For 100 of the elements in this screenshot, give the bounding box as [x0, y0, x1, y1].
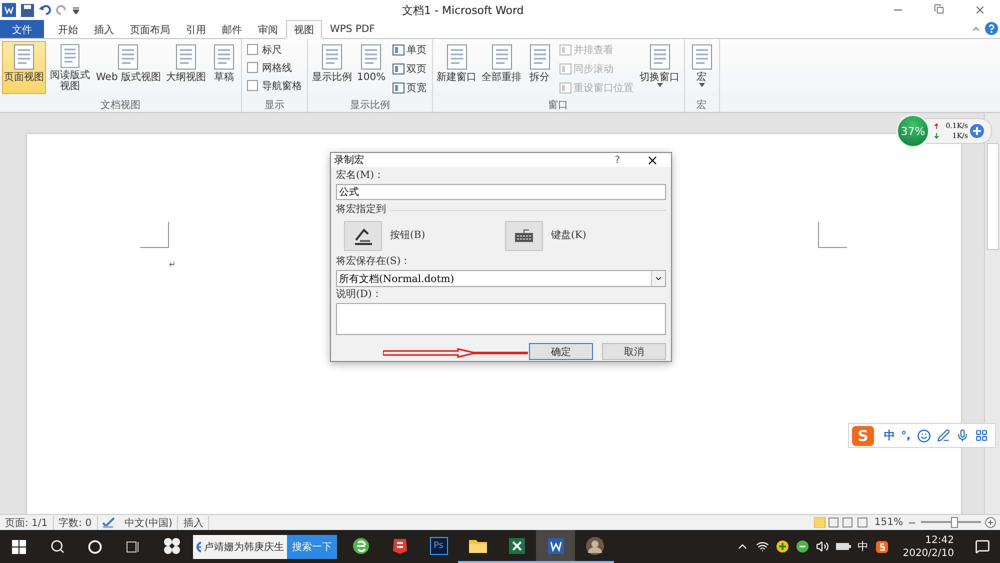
checkbox-box[interactable] [246, 80, 258, 91]
section-label: 将宏指定到 [336, 204, 386, 216]
ribbon-button[interactable]: 草稿 [208, 41, 239, 94]
ribbon-button[interactable]: 切换窗口 [638, 41, 682, 94]
proofing-icon[interactable] [102, 517, 116, 528]
ribbon-tab[interactable]: WPS PDF [322, 20, 383, 38]
zoom-level[interactable]: 151% [874, 517, 903, 528]
scrollbar[interactable] [984, 113, 1000, 514]
ribbon-tab[interactable]: 引用 [178, 20, 214, 38]
volume-icon[interactable] [816, 540, 829, 553]
window-title: 文档1 - Microsoft Word [402, 2, 525, 18]
ribbon-small-button[interactable]: 双页 [392, 61, 427, 77]
ribbon-tab[interactable]: 视图 [286, 20, 322, 39]
ribbon-button[interactable]: 100% [354, 41, 388, 94]
page-icon [11, 43, 37, 71]
clock-date: 2020/2/10 [902, 546, 954, 560]
page-icon [558, 44, 572, 56]
search-button[interactable]: 搜索一下 [287, 534, 337, 558]
clock[interactable]: 12:42 2020/2/10 [902, 534, 954, 560]
ribbon-button[interactable]: Web 版式视图 [94, 41, 163, 94]
ribbon-button[interactable]: 页面视图 [2, 41, 46, 94]
customize-caret-icon[interactable] [73, 6, 79, 14]
photoshop-icon: Ps [430, 536, 448, 554]
browser-icon[interactable] [796, 540, 809, 553]
page-icon [392, 44, 405, 56]
grid-icon[interactable] [974, 429, 988, 442]
assign-label: 按钮(B) [390, 230, 426, 242]
pinwheel-icon [162, 536, 180, 554]
help-button[interactable]: ? [614, 154, 620, 166]
checkbox-box[interactable] [246, 44, 258, 55]
clock-time: 12:42 [925, 534, 954, 546]
group-label: 显示比例 [348, 98, 391, 112]
pen-icon[interactable] [936, 429, 950, 442]
microphone-icon[interactable] [956, 429, 969, 442]
ribbon-small-button[interactable]: 页宽 [392, 80, 427, 96]
dialog-button[interactable]: 确定 [529, 343, 593, 360]
ribbon-button[interactable]: 拆分 [524, 41, 555, 94]
save-icon[interactable] [21, 4, 34, 16]
ribbon-tab[interactable]: 文件 [0, 20, 44, 38]
dialog-button[interactable]: 取消 [602, 343, 666, 360]
restore-icon[interactable] [934, 4, 944, 14]
emoji-icon[interactable] [916, 428, 931, 442]
taskbar-app[interactable] [536, 530, 575, 563]
ribbon-button[interactable]: 全部重排 [480, 41, 524, 94]
zoom-thumb[interactable] [951, 517, 958, 528]
spreadsheet-icon [508, 536, 526, 554]
crop-mark [140, 222, 169, 248]
page-icon [392, 82, 405, 94]
input-field[interactable]: 公式 [336, 184, 666, 200]
ribbon-button[interactable]: 宏 [686, 41, 717, 94]
checkbox[interactable]: 网格线 [246, 60, 302, 75]
hammer-icon [352, 227, 374, 245]
zoom-in-icon[interactable] [985, 517, 996, 528]
taskbar-app[interactable]: Ps [419, 530, 458, 563]
search-field[interactable]: 卢靖姗为韩庚庆生 [193, 534, 287, 558]
view-buttons-icon[interactable] [814, 517, 870, 528]
security-icon[interactable] [776, 540, 789, 553]
windows-icon [12, 540, 26, 554]
input-method-indicator[interactable]: 中 [858, 539, 869, 554]
ribbon-tab[interactable]: 审阅 [250, 20, 286, 38]
ribbon-tab[interactable]: 插入 [86, 20, 122, 38]
close-icon[interactable] [646, 154, 659, 166]
ribbon-tab[interactable]: 页面布局 [122, 20, 178, 38]
field-label: 宏名(M)： [336, 170, 386, 182]
battery-icon[interactable] [836, 542, 851, 551]
keyboard-icon [514, 229, 534, 243]
document-app-icon [546, 536, 564, 554]
page-icon [558, 63, 572, 75]
search-icon[interactable] [50, 539, 64, 554]
assign-button[interactable] [344, 221, 382, 251]
notification-icon[interactable] [975, 539, 990, 554]
store-dropdown[interactable]: 所有文档(Normal.dotm) [336, 270, 666, 287]
assign-label: 键盘(K) [551, 230, 586, 242]
ribbon-button[interactable]: 新建窗口 [434, 41, 479, 94]
ribbon-small-button[interactable]: 单页 [392, 42, 427, 58]
ribbon-button[interactable]: 大纲视图 [164, 41, 208, 94]
ribbon-tab[interactable]: 开始 [50, 20, 86, 38]
avatar-icon [584, 536, 604, 556]
chevron-down-icon [654, 274, 663, 283]
group-label: 显示 [263, 99, 286, 112]
ime-mode[interactable]: 中 [884, 428, 895, 443]
checkbox[interactable]: 标尺 [246, 42, 302, 57]
ribbon-tab[interactable]: 邮件 [214, 20, 250, 38]
group-label: 宏 [696, 98, 708, 112]
description-field[interactable] [336, 303, 666, 335]
sogou-icon[interactable] [876, 540, 888, 552]
task-view-icon[interactable] [126, 540, 140, 554]
ribbon-button[interactable]: 阅读版式视图 [47, 41, 93, 94]
punctuation-toggle[interactable]: °, [901, 429, 911, 442]
browser-e-icon [196, 540, 201, 552]
checkbox[interactable]: 导航窗格 [246, 78, 302, 93]
assign-button[interactable] [505, 221, 543, 251]
undo-icon[interactable] [39, 4, 51, 16]
cortana-icon[interactable] [88, 540, 102, 554]
help-icon[interactable] [985, 22, 998, 35]
checkbox-box[interactable] [246, 62, 258, 73]
browser-icon [352, 536, 370, 554]
ribbon-button[interactable]: 显示比例 [310, 41, 354, 94]
group-label: 窗口 [547, 98, 570, 112]
scroll-thumb[interactable] [986, 143, 998, 250]
